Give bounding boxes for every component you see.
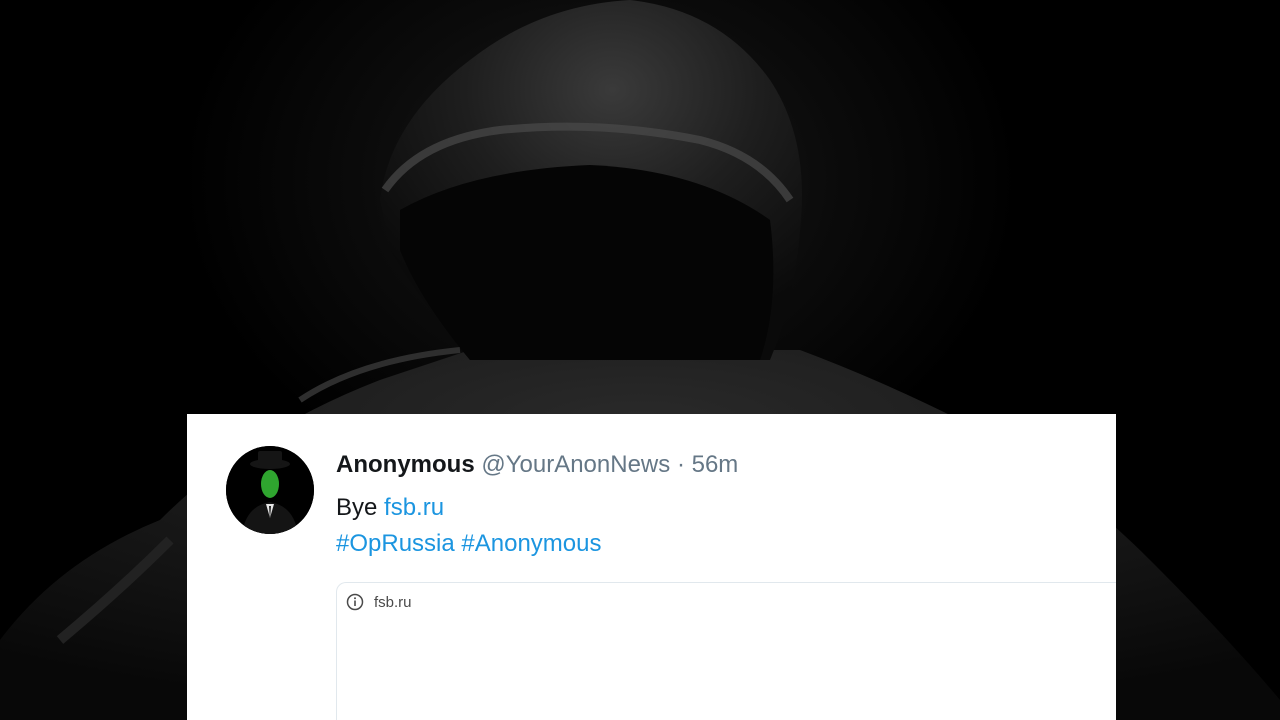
avatar[interactable]	[226, 446, 314, 534]
tweet-text-line-2: #OpRussia #Anonymous	[336, 526, 602, 562]
tweet-text: Bye fsb.ru #OpRussia #Anonymous	[336, 490, 602, 562]
preview-domain: fsb.ru	[374, 593, 412, 611]
article-image: Anonymous @YourAnonNews · 56m Bye fsb.ru…	[0, 0, 1280, 720]
tweet-text-prefix: Bye	[336, 494, 378, 521]
user-handle[interactable]: @YourAnonNews	[481, 451, 670, 478]
preview-domain-row: fsb.ru	[346, 593, 412, 611]
tweet-card[interactable]: Anonymous @YourAnonNews · 56m Bye fsb.ru…	[187, 414, 1116, 720]
link-preview-card[interactable]: fsb.ru	[336, 582, 1116, 720]
tweet-text-line-1: Bye fsb.ru	[336, 490, 602, 526]
separator-dot: ·	[676, 451, 685, 478]
display-name[interactable]: Anonymous	[336, 451, 475, 478]
hashtag-opRussia[interactable]: #OpRussia	[336, 530, 455, 557]
info-icon	[346, 593, 364, 611]
anonymous-suit-figure-icon	[226, 446, 314, 534]
hashtag-anonymous[interactable]: #Anonymous	[461, 530, 601, 557]
tweet-link[interactable]: fsb.ru	[384, 494, 444, 521]
tweet-timestamp[interactable]: 56m	[692, 451, 739, 478]
tweet-header: Anonymous @YourAnonNews · 56m	[336, 450, 738, 480]
